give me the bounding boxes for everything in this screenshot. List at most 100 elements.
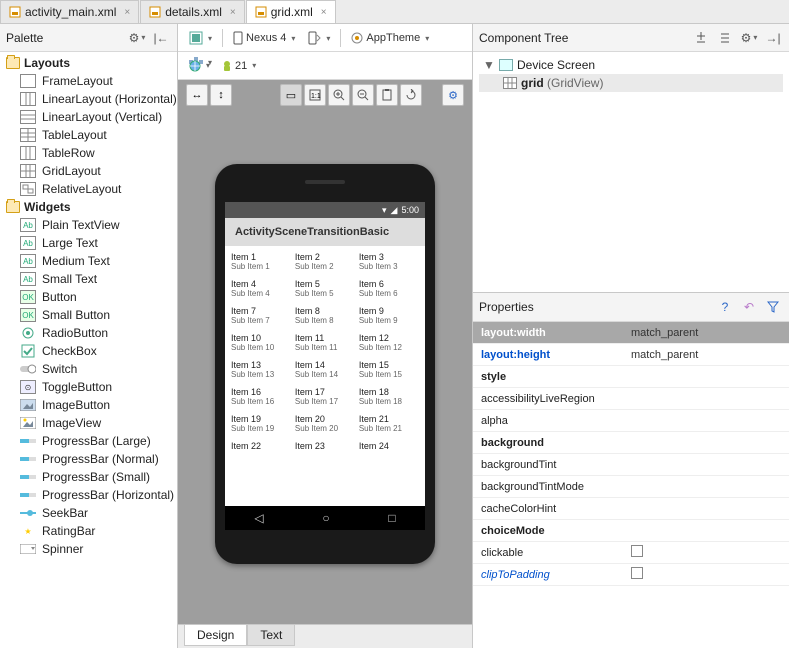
grid-cell[interactable]: Item 4Sub Item 4 — [231, 279, 291, 298]
palette-settings-icon[interactable]: ⚙ — [127, 28, 147, 48]
tree-twisty-icon[interactable]: ▼ — [483, 58, 495, 72]
property-row[interactable]: background — [473, 432, 789, 454]
palette-item[interactable]: ⊙ToggleButton — [0, 378, 177, 396]
palette-item[interactable]: ProgressBar (Horizontal) — [0, 486, 177, 504]
property-row[interactable]: choiceMode — [473, 520, 789, 542]
tab-activity-main[interactable]: activity_main.xml × — [0, 0, 139, 23]
grid-cell[interactable]: Item 6Sub Item 6 — [359, 279, 419, 298]
palette-item[interactable]: OKSmall Button — [0, 306, 177, 324]
property-row[interactable]: alpha — [473, 410, 789, 432]
device-selector[interactable]: Nexus 4 — [228, 27, 300, 49]
palette-item[interactable]: FrameLayout — [0, 72, 177, 90]
filter-icon[interactable] — [763, 297, 783, 317]
grid-cell[interactable]: Item 22 — [231, 441, 291, 451]
grid-cell[interactable]: Item 17Sub Item 17 — [295, 387, 355, 406]
grid-cell[interactable]: Item 9Sub Item 9 — [359, 306, 419, 325]
property-row[interactable]: backgroundTintMode — [473, 476, 789, 498]
palette-item[interactable]: Spinner — [0, 540, 177, 558]
palette-item[interactable]: AbSmall Text — [0, 270, 177, 288]
property-row[interactable]: cacheColorHint — [473, 498, 789, 520]
help-icon[interactable]: ? — [715, 297, 735, 317]
zoom-in-icon[interactable] — [328, 84, 350, 106]
palette-collapse-icon[interactable]: |← — [151, 28, 171, 48]
palette-item[interactable]: ImageView — [0, 414, 177, 432]
tree-settings-icon[interactable]: ⚙ — [739, 28, 759, 48]
grid-cell[interactable]: Item 16Sub Item 16 — [231, 387, 291, 406]
property-row[interactable]: clickable — [473, 542, 789, 564]
checkbox-icon[interactable] — [631, 567, 643, 579]
toggle-height-icon[interactable]: ↕ — [210, 84, 232, 106]
close-icon[interactable]: × — [321, 7, 327, 18]
property-row[interactable]: clipToPadding — [473, 564, 789, 586]
select-mode-icon[interactable]: ▭ — [280, 84, 302, 106]
grid-cell[interactable]: Item 19Sub Item 19 — [231, 414, 291, 433]
tree-root[interactable]: ▼ Device Screen — [479, 56, 783, 74]
grid-cell[interactable]: Item 10Sub Item 10 — [231, 333, 291, 352]
design-canvas[interactable]: ↔ ↕ ▭ 1:1 ⚙ — [178, 80, 472, 624]
property-row[interactable]: backgroundTint — [473, 454, 789, 476]
close-icon[interactable]: × — [124, 7, 130, 18]
gridview-preview[interactable]: Item 1Sub Item 1Item 2Sub Item 2Item 3Su… — [225, 246, 425, 506]
grid-cell[interactable]: Item 18Sub Item 18 — [359, 387, 419, 406]
tab-design[interactable]: Design — [184, 625, 247, 646]
grid-cell[interactable]: Item 3Sub Item 3 — [359, 252, 419, 271]
palette-item[interactable]: AbMedium Text — [0, 252, 177, 270]
api-selector[interactable]: 21 — [217, 55, 261, 77]
tab-details[interactable]: details.xml × — [140, 0, 245, 23]
palette-item[interactable]: AbPlain TextView — [0, 216, 177, 234]
refresh-icon[interactable] — [400, 84, 422, 106]
palette-category[interactable]: Widgets — [0, 198, 177, 216]
tree-child-grid[interactable]: grid (GridView) — [479, 74, 783, 92]
palette-item[interactable]: Switch — [0, 360, 177, 378]
theme-selector[interactable]: AppTheme — [346, 27, 434, 49]
palette-item[interactable]: ProgressBar (Normal) — [0, 450, 177, 468]
undo-icon[interactable]: ↶ — [739, 297, 759, 317]
grid-cell[interactable]: Item 2Sub Item 2 — [295, 252, 355, 271]
grid-cell[interactable]: Item 20Sub Item 20 — [295, 414, 355, 433]
tab-grid[interactable]: grid.xml × — [246, 0, 336, 23]
property-value[interactable]: match_parent — [631, 349, 698, 361]
palette-item[interactable]: SeekBar — [0, 504, 177, 522]
grid-cell[interactable]: Item 13Sub Item 13 — [231, 360, 291, 379]
grid-cell[interactable]: Item 23 — [295, 441, 355, 451]
zoom-out-icon[interactable] — [352, 84, 374, 106]
palette-item[interactable]: GridLayout — [0, 162, 177, 180]
grid-cell[interactable]: Item 15Sub Item 15 — [359, 360, 419, 379]
checkbox-icon[interactable] — [631, 545, 643, 557]
tree-collapse-icon[interactable]: →| — [763, 28, 783, 48]
palette-item[interactable]: LinearLayout (Vertical) — [0, 108, 177, 126]
grid-cell[interactable]: Item 5Sub Item 5 — [295, 279, 355, 298]
property-row[interactable]: style — [473, 366, 789, 388]
device-screen[interactable]: ▾ ◢ 5:00 ActivitySceneTransitionBasic It… — [225, 202, 425, 530]
palette-item[interactable]: TableLayout — [0, 126, 177, 144]
grid-cell[interactable]: Item 21Sub Item 21 — [359, 414, 419, 433]
palette-item[interactable]: TableRow — [0, 144, 177, 162]
palette-item[interactable]: ImageButton — [0, 396, 177, 414]
collapse-all-icon[interactable] — [715, 28, 735, 48]
palette-item[interactable]: RelativeLayout — [0, 180, 177, 198]
expand-all-icon[interactable] — [691, 28, 711, 48]
locale-selector[interactable] — [184, 55, 215, 77]
palette-item[interactable]: RadioButton — [0, 324, 177, 342]
grid-cell[interactable]: Item 11Sub Item 11 — [295, 333, 355, 352]
settings-gear-icon[interactable]: ⚙ — [442, 84, 464, 106]
palette-item[interactable]: AbLarge Text — [0, 234, 177, 252]
palette-item[interactable]: ★RatingBar — [0, 522, 177, 540]
toggle-width-icon[interactable]: ↔ — [186, 84, 208, 106]
clipboard-icon[interactable] — [376, 84, 398, 106]
grid-cell[interactable]: Item 7Sub Item 7 — [231, 306, 291, 325]
palette-item[interactable]: OKButton — [0, 288, 177, 306]
property-value[interactable]: match_parent — [631, 327, 698, 339]
grid-cell[interactable]: Item 24 — [359, 441, 419, 451]
palette-item[interactable]: LinearLayout (Horizontal) — [0, 90, 177, 108]
palette-item[interactable]: CheckBox — [0, 342, 177, 360]
grid-cell[interactable]: Item 1Sub Item 1 — [231, 252, 291, 271]
property-row[interactable]: layout:heightmatch_parent — [473, 344, 789, 366]
grid-cell[interactable]: Item 14Sub Item 14 — [295, 360, 355, 379]
property-row[interactable]: layout:widthmatch_parent — [473, 322, 789, 344]
palette-item[interactable]: ProgressBar (Large) — [0, 432, 177, 450]
zoom-fit-icon[interactable]: 1:1 — [304, 84, 326, 106]
tab-text[interactable]: Text — [247, 625, 295, 646]
palette-item[interactable]: ProgressBar (Small) — [0, 468, 177, 486]
close-icon[interactable]: × — [230, 7, 236, 18]
